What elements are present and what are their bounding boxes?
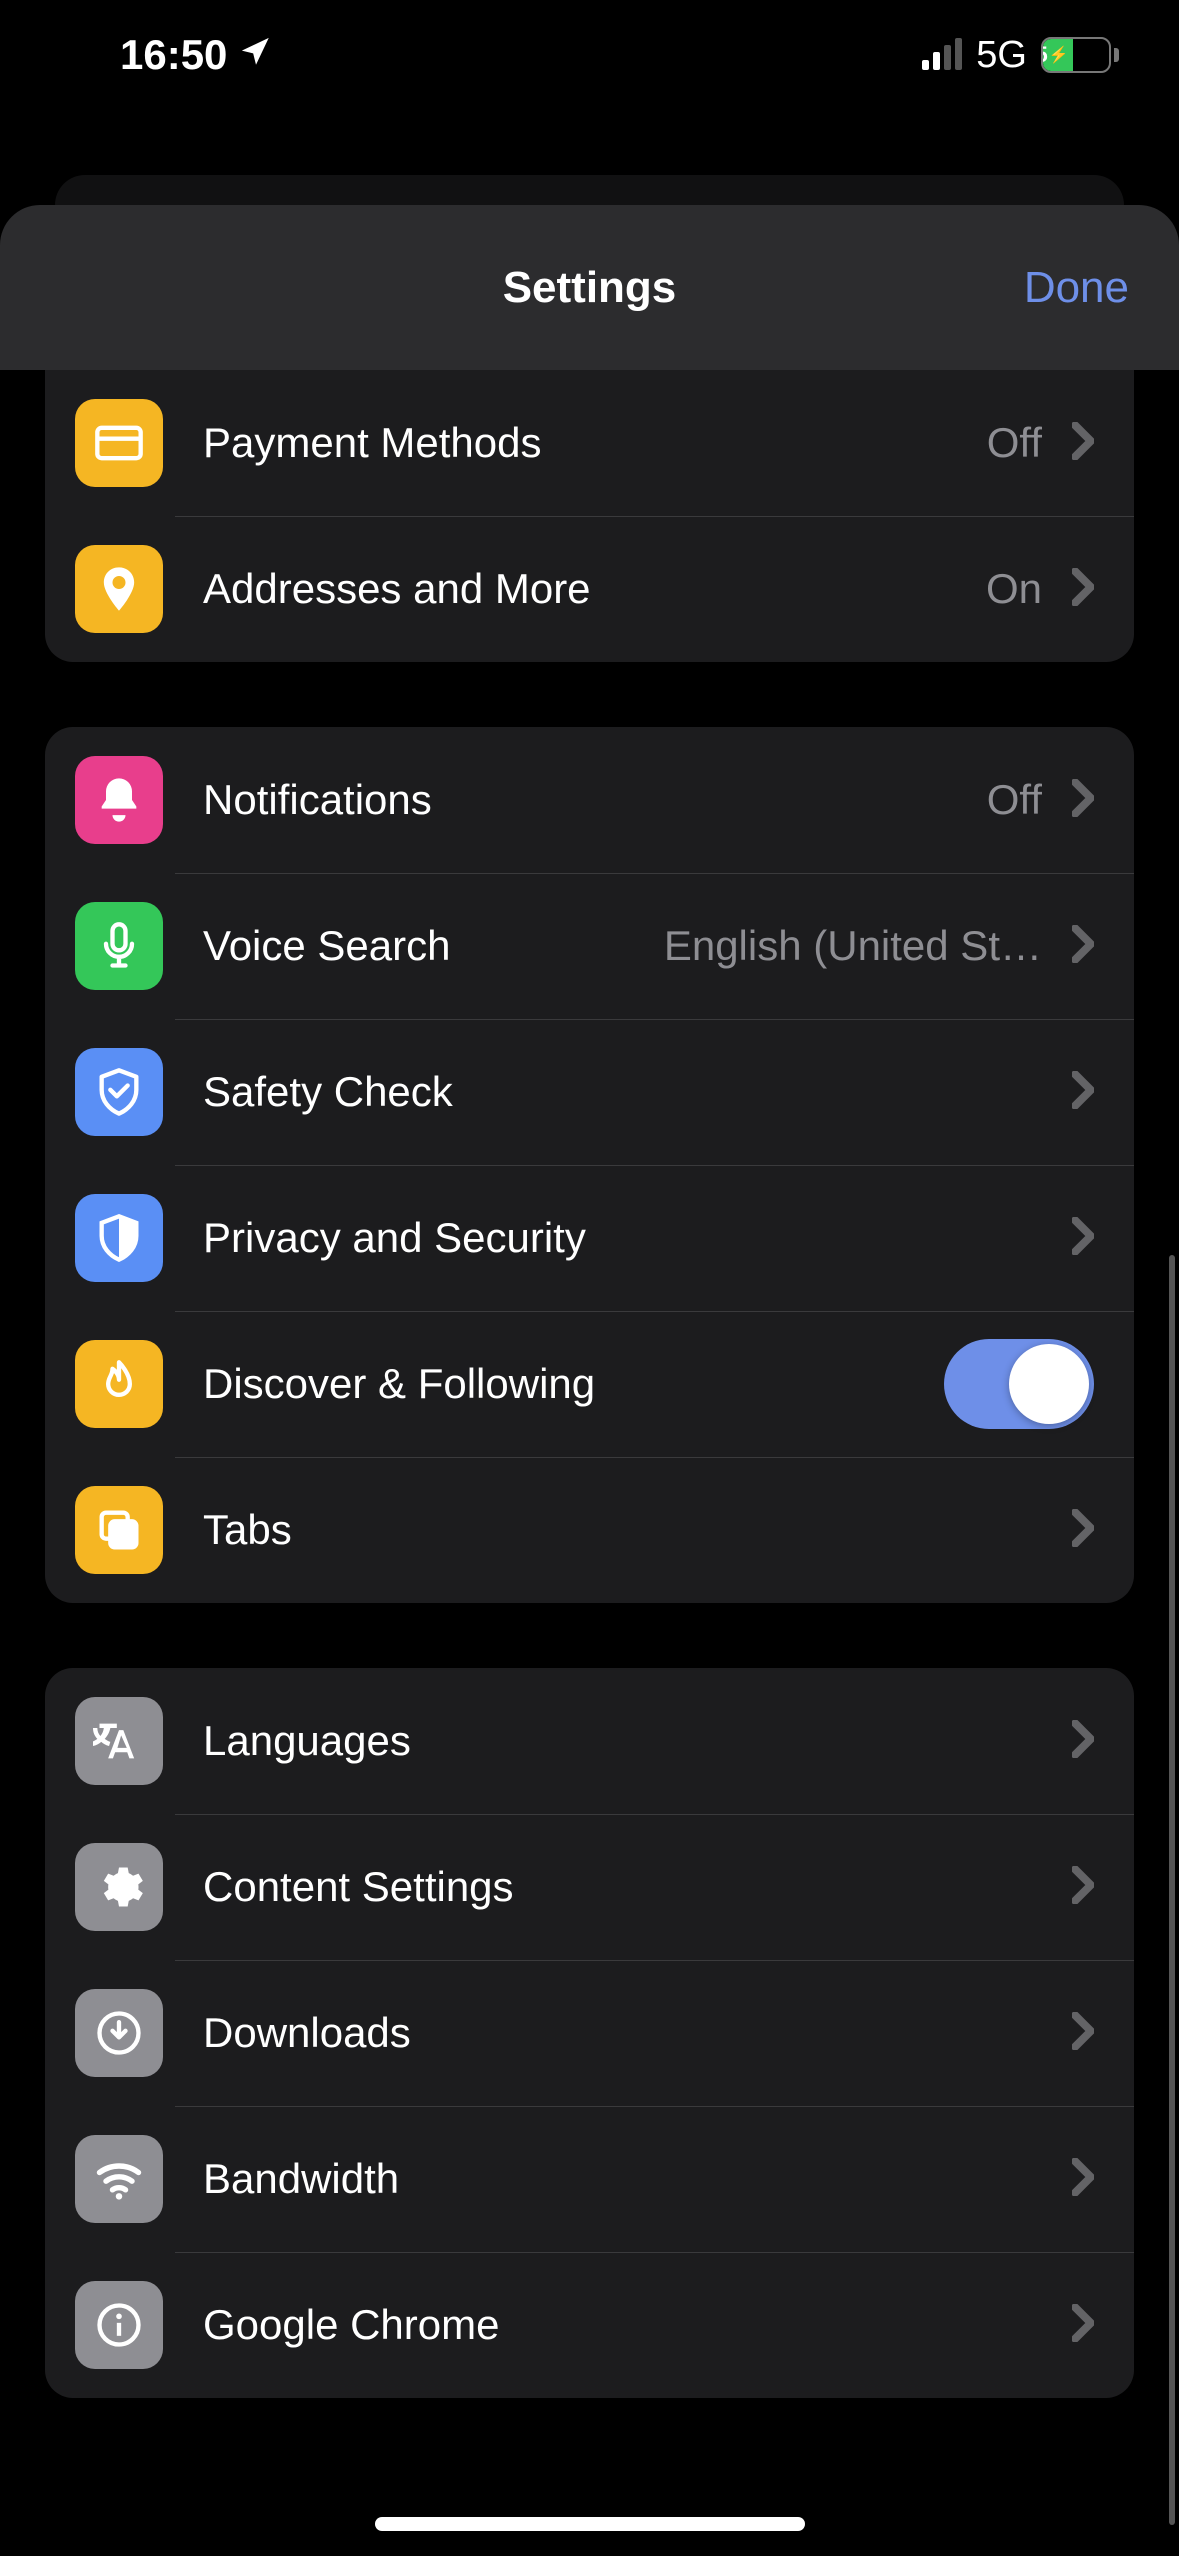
network-type: 5G: [976, 34, 1027, 77]
card-icon: [75, 399, 163, 487]
shield-check-icon: [75, 1048, 163, 1136]
settings-row-bandwidth[interactable]: Bandwidth: [45, 2106, 1134, 2252]
row-label: Bandwidth: [203, 2155, 399, 2203]
settings-row-about[interactable]: Google Chrome: [45, 2252, 1134, 2398]
row-label: Voice Search: [203, 922, 451, 970]
chevron-right-icon: [1072, 1866, 1094, 1909]
download-icon: [75, 1989, 163, 2077]
chevron-right-icon: [1072, 779, 1094, 822]
home-indicator[interactable]: [375, 2517, 805, 2531]
toggle-knob: [1009, 1344, 1089, 1424]
wifi-icon: [75, 2135, 163, 2223]
cellular-signal-icon: [922, 40, 962, 70]
row-label: Discover & Following: [203, 1360, 595, 1408]
toggle-discover[interactable]: [944, 1339, 1094, 1429]
info-icon: [75, 2281, 163, 2369]
row-label: Downloads: [203, 2009, 411, 2057]
pin-icon: [75, 545, 163, 633]
chevron-right-icon: [1072, 422, 1094, 465]
row-label: Addresses and More: [203, 565, 591, 613]
settings-row-discover[interactable]: Discover & Following: [45, 1311, 1134, 1457]
row-label: Google Chrome: [203, 2301, 499, 2349]
scroll-indicator[interactable]: [1169, 1255, 1175, 2525]
row-label: Notifications: [203, 776, 432, 824]
row-label: Safety Check: [203, 1068, 453, 1116]
flame-icon: [75, 1340, 163, 1428]
location-icon: [239, 31, 273, 79]
done-button[interactable]: Done: [1024, 263, 1129, 313]
settings-sheet: Settings Done Payment Methods Off Addresse…: [0, 205, 1179, 2556]
status-right: 5G 45⚡: [922, 34, 1119, 77]
row-label: Payment Methods: [203, 419, 542, 467]
chevron-right-icon: [1072, 1720, 1094, 1763]
bell-icon: [75, 756, 163, 844]
settings-group-autofill: Payment Methods Off Addresses and More On: [45, 370, 1134, 662]
row-label: Content Settings: [203, 1863, 514, 1911]
settings-content[interactable]: Payment Methods Off Addresses and More On No…: [0, 370, 1179, 2543]
settings-row-privacy[interactable]: Privacy and Security: [45, 1165, 1134, 1311]
chevron-right-icon: [1072, 2012, 1094, 2055]
settings-row-payment-methods[interactable]: Payment Methods Off: [45, 370, 1134, 516]
status-left: 16:50: [120, 31, 273, 79]
battery-icon: 45⚡: [1041, 37, 1119, 73]
charging-icon: ⚡: [1049, 45, 1069, 65]
chevron-right-icon: [1072, 2158, 1094, 2201]
gear-icon: [75, 1843, 163, 1931]
page-title: Settings: [503, 263, 677, 313]
settings-row-voice-search[interactable]: Voice Search English (United St…: [45, 873, 1134, 1019]
settings-row-content-settings[interactable]: Content Settings: [45, 1814, 1134, 1960]
shield-icon: [75, 1194, 163, 1282]
settings-row-notifications[interactable]: Notifications Off: [45, 727, 1134, 873]
settings-row-tabs[interactable]: Tabs: [45, 1457, 1134, 1603]
status-bar: 16:50 5G 45⚡: [0, 0, 1179, 110]
translate-icon: [75, 1697, 163, 1785]
settings-row-safety-check[interactable]: Safety Check: [45, 1019, 1134, 1165]
row-label: Languages: [203, 1717, 411, 1765]
settings-row-downloads[interactable]: Downloads: [45, 1960, 1134, 2106]
row-value: Off: [987, 419, 1042, 467]
settings-row-addresses[interactable]: Addresses and More On: [45, 516, 1134, 662]
nav-bar: Settings Done: [0, 205, 1179, 370]
row-label: Privacy and Security: [203, 1214, 586, 1262]
row-value: On: [986, 565, 1042, 613]
settings-row-languages[interactable]: Languages: [45, 1668, 1134, 1814]
chevron-right-icon: [1072, 925, 1094, 968]
row-label: Tabs: [203, 1506, 292, 1554]
chevron-right-icon: [1072, 568, 1094, 611]
chevron-right-icon: [1072, 1071, 1094, 1114]
status-time: 16:50: [120, 31, 227, 79]
chevron-right-icon: [1072, 1217, 1094, 1260]
mic-icon: [75, 902, 163, 990]
settings-group-advanced: Languages Content Settings Downloads Bandwi…: [45, 1668, 1134, 2398]
row-value: English (United St…: [664, 922, 1042, 970]
row-value: Off: [987, 776, 1042, 824]
tabs-icon: [75, 1486, 163, 1574]
chevron-right-icon: [1072, 1509, 1094, 1552]
chevron-right-icon: [1072, 2304, 1094, 2347]
settings-group-features: Notifications Off Voice Search English (Uni…: [45, 727, 1134, 1603]
